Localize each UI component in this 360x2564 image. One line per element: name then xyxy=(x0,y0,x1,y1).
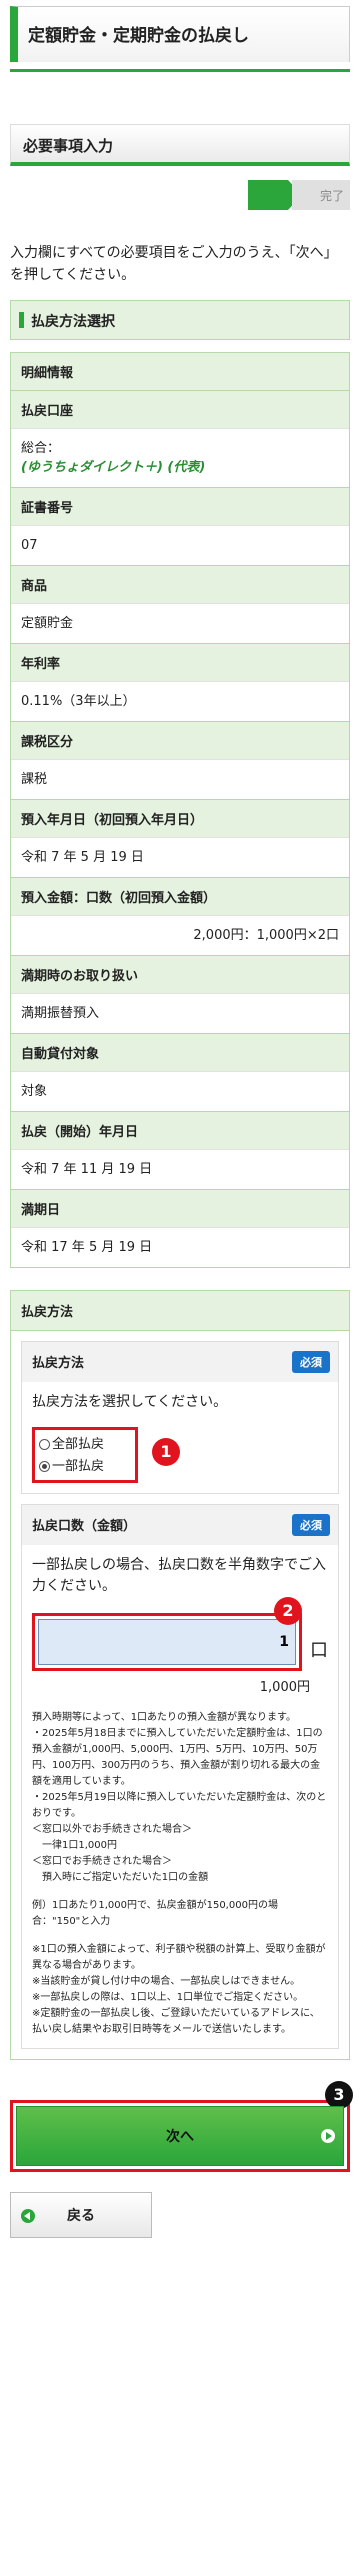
amount-label-text: 払戻口数（金額） xyxy=(32,1519,137,1534)
back-button-label[interactable]: 戻る xyxy=(67,2208,95,2224)
detail-value-tax: 課税 xyxy=(11,759,349,799)
next-button-highlight: 3 次へ xyxy=(10,2081,353,2172)
detail-label-payout-date: 払戻（開始）年月日 xyxy=(11,1111,349,1149)
next-button-label[interactable]: 次へ xyxy=(166,2129,194,2145)
detail-label-auto-loan: 自動貸付対象 xyxy=(11,1033,349,1071)
note-line: 預入時期等によって、1口あたりの預入金額が異なります。 xyxy=(32,1712,297,1723)
note-line: 一律1口1,000円 xyxy=(32,1840,117,1851)
required-badge: 必須 xyxy=(292,1514,330,1536)
amount-input-highlight xyxy=(32,1613,302,1671)
detail-value-auto-loan: 対象 xyxy=(11,1071,349,1111)
note-line: ※定額貯金の一部払戻し後、ご登録いただいているアドレスに、払い戻し結果やお取引日… xyxy=(32,2008,320,2035)
back-button[interactable]: 戻る xyxy=(10,2192,152,2238)
note-line: ・2025年5月19日以降に預入していただいた定額貯金は、次のとおりです。 xyxy=(32,1792,327,1819)
radio-full-payout-label[interactable]: 全部払戻 xyxy=(52,1434,104,1455)
step-done: 完了 xyxy=(292,180,350,210)
method-instruction: 払戻方法を選択してください。 xyxy=(32,1394,228,1410)
title-bar: 定額貯金・定期貯金の払戻し xyxy=(10,0,350,72)
method-radio-group: 全部払戻 一部払戻 xyxy=(32,1427,138,1483)
payout-method-heading: 払戻方法選択 xyxy=(10,300,350,340)
note-line: ※1口の預入金額によって、利子額や税額の計算上、受取り金額が異なる場合があります… xyxy=(32,1944,326,1971)
method-field: 払戻方法 必須 払戻方法を選択してください。 全部払戻 一部払戻 1 xyxy=(21,1341,339,1494)
detail-value-product: 定額貯金 xyxy=(11,603,349,643)
amount-unit: 口 xyxy=(310,1639,328,1661)
detail-label-certificate: 証書番号 xyxy=(11,487,349,525)
arrow-right-icon xyxy=(321,2129,335,2143)
marker-3: 3 xyxy=(325,2081,353,2109)
marker-2: 2 xyxy=(274,1597,302,1625)
detail-label-tax: 課税区分 xyxy=(11,721,349,759)
details-header: 明細情報 xyxy=(11,353,349,390)
marker-1: 1 xyxy=(152,1438,180,1466)
account-line-2: (ゆうちょダイレクト＋) (代表) xyxy=(21,460,206,475)
detail-value-certificate: 07 xyxy=(11,525,349,565)
detail-label-maturity-handling: 満期時のお取り扱い xyxy=(11,955,349,993)
note-line: 預入時にご指定いただいた1口の金額 xyxy=(32,1872,209,1883)
section-header: 必要事項入力 xyxy=(10,124,350,166)
detail-label-deposit-date: 預入年月日（初回預入年月日） xyxy=(11,799,349,837)
current-step-arrow xyxy=(248,180,302,210)
intro-text: 入力欄にすべての必要項目をご入力のうえ、「次へ」を押してください。 xyxy=(10,245,338,283)
step-indicator: 完了 xyxy=(0,176,360,216)
note-line: 例）1口あたり1,000円で、払戻金額が150,000円の場合："150"と入力 xyxy=(32,1900,278,1927)
radio-full-payout-input[interactable] xyxy=(39,1438,50,1450)
method-field-label: 払戻方法 必須 xyxy=(22,1342,338,1382)
account-line-1: 総合： xyxy=(21,441,61,456)
detail-value-maturity-handling: 満期振替預入 xyxy=(11,993,349,1033)
note-line xyxy=(32,1930,328,1942)
note-line xyxy=(32,1886,328,1898)
radio-full-payout[interactable]: 全部払戻 xyxy=(39,1433,131,1455)
radio-partial-payout-label[interactable]: 一部払戻 xyxy=(52,1456,104,1477)
required-badge: 必須 xyxy=(292,1351,330,1373)
amount-field-label: 払戻口数（金額） 必須 xyxy=(22,1505,338,1545)
details-card: 明細情報 払戻口座 総合： (ゆうちょダイレクト＋) (代表) 証書番号 07 … xyxy=(10,352,350,1268)
radio-partial-payout[interactable]: 一部払戻 xyxy=(39,1455,131,1477)
detail-value-deposit-amount: 2,000円：1,000円×2口 xyxy=(11,915,349,955)
note-line: ＜窓口でお手続きされた場合＞ xyxy=(32,1856,172,1867)
note-line: ＜窓口以外でお手続きされた場合＞ xyxy=(32,1824,192,1835)
amount-notes: 預入時期等によって、1口あたりの預入金額が異なります。 ・2025年5月18日ま… xyxy=(32,1710,328,2038)
heading-bar xyxy=(19,312,24,328)
detail-value-deposit-date: 令和 7 年 5 月 19 日 xyxy=(11,837,349,877)
amount-field: 払戻口数（金額） 必須 一部払戻しの場合、払戻口数を半角数字でご入力ください。 … xyxy=(21,1504,339,2049)
page-title: 定額貯金・定期貯金の払戻し xyxy=(10,6,350,62)
detail-label-product: 商品 xyxy=(11,565,349,603)
note-line: ・2025年5月18日までに預入していただいた定額貯金は、1口の預入金額が1,0… xyxy=(32,1728,323,1787)
page: 定額貯金・定期貯金の払戻し 必要事項入力 完了 入力欄にすべての必要項目をご入力… xyxy=(0,0,360,2564)
detail-label-account: 払戻口座 xyxy=(11,390,349,428)
detail-value-account: 総合： (ゆうちょダイレクト＋) (代表) xyxy=(11,428,349,487)
detail-value-payout-date: 令和 7 年 11 月 19 日 xyxy=(11,1149,349,1189)
next-button[interactable]: 次へ xyxy=(16,2106,344,2166)
amount-field-body: 一部払戻しの場合、払戻口数を半角数字でご入力ください。 2 口 1,000円 預… xyxy=(22,1545,338,2048)
radio-partial-payout-input[interactable] xyxy=(39,1460,50,1472)
note-line: ※一部払戻しの際は、1口以上、1口単位でご指定ください。 xyxy=(32,1992,304,2003)
method-field-body: 払戻方法を選択してください。 全部払戻 一部払戻 1 xyxy=(22,1382,338,1493)
payout-method-heading-label: 払戻方法選択 xyxy=(31,314,115,330)
amount-instruction: 一部払戻しの場合、払戻口数を半角数字でご入力ください。 xyxy=(32,1557,326,1594)
detail-label-deposit-amount: 預入金額：口数（初回預入金額） xyxy=(11,877,349,915)
amount-yen: 1,000円 xyxy=(259,1680,310,1695)
note-line: ※当該貯金が貸し付け中の場合、一部払戻しはできません。 xyxy=(32,1976,301,1987)
payout-method-card: 払戻方法 払戻方法 必須 払戻方法を選択してください。 全部払戻 一部払戻 1 … xyxy=(10,1290,350,2060)
method-label-text: 払戻方法 xyxy=(32,1356,85,1371)
payout-method-card-header: 払戻方法 xyxy=(11,1291,349,1331)
detail-value-rate: 0.11%（3年以上） xyxy=(11,681,349,721)
amount-input[interactable] xyxy=(38,1619,296,1665)
section-title: 必要事項入力 xyxy=(23,137,114,155)
detail-label-maturity-date: 満期日 xyxy=(11,1189,349,1227)
detail-label-rate: 年利率 xyxy=(11,643,349,681)
arrow-left-icon xyxy=(21,2209,35,2223)
detail-value-maturity-date: 令和 17 年 5 月 19 日 xyxy=(11,1227,349,1267)
